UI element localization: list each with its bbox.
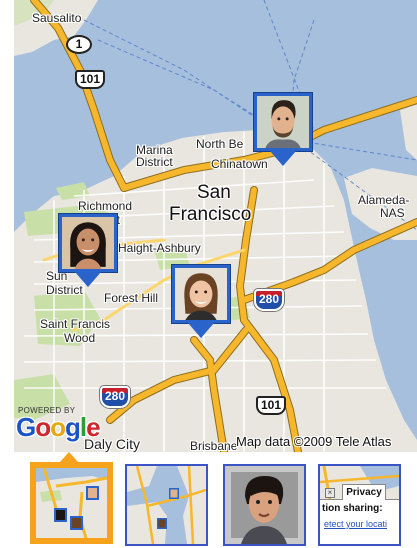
label-brisbane: Brisbane <box>190 439 238 453</box>
thumb-privacy-settings[interactable]: × Privacy tion sharing: etect your locat… <box>318 464 401 546</box>
label-sausalito: Sausalito <box>32 11 82 25</box>
profile-marker-man[interactable] <box>253 92 313 166</box>
us-101-north-shield: 101 <box>75 70 105 89</box>
tab-privacy[interactable]: Privacy <box>342 484 386 500</box>
thumb-map-view-image <box>36 468 107 538</box>
profile-marker-woman-brown-hair[interactable] <box>171 264 231 338</box>
thumb-map-view[interactable] <box>30 462 113 544</box>
woman-brown-hair-photo <box>175 268 227 320</box>
label-saint-francis: Saint Francis <box>40 317 111 331</box>
us-101-south-shield: 101 <box>256 396 286 415</box>
thumbnail-strip: × Privacy tion sharing: etect your locat… <box>0 452 417 548</box>
profile-marker-woman-dark-hair[interactable] <box>58 213 118 287</box>
man-photo <box>257 96 309 148</box>
selection-caret <box>60 452 78 462</box>
woman-dark-hair-photo <box>62 217 114 269</box>
label-north-beach: North Be <box>196 137 244 151</box>
privacy-detect-link[interactable]: etect your locati <box>324 519 387 529</box>
label-haight-ashbury: Haight-Ashbury <box>118 241 201 255</box>
label-marina-district: Marina District <box>136 143 173 169</box>
i-280-east-shield: 280 <box>254 289 284 311</box>
thumb-person-photo-image <box>225 466 304 544</box>
label-francisco: Francisco <box>169 204 252 225</box>
label-wood: Wood <box>64 331 96 345</box>
google-logo[interactable]: Google <box>16 412 101 442</box>
close-icon[interactable]: × <box>325 488 335 498</box>
privacy-heading: tion sharing: <box>322 503 383 514</box>
thumb-bay-map[interactable] <box>125 464 208 546</box>
label-nas: NAS <box>380 206 405 220</box>
label-forest-hill: Forest Hill <box>104 291 159 305</box>
label-richmond: Richmond <box>78 199 133 213</box>
i-280-south-shield: 280 <box>100 386 130 408</box>
thumb-bay-map-image <box>127 466 206 544</box>
map-view[interactable]: Sausalito Marina District North Be China… <box>14 0 417 452</box>
route-1-shield: 1 <box>66 35 92 54</box>
map-attribution: Map data ©2009 Tele Atlas <box>236 434 392 449</box>
label-san: San <box>197 182 231 203</box>
thumb-person-photo[interactable] <box>223 464 306 546</box>
